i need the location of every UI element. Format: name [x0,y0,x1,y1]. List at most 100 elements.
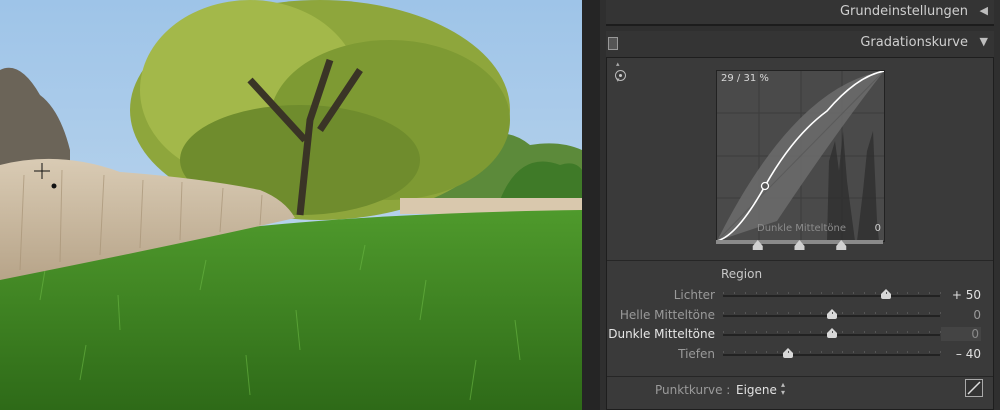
slider-tick [744,351,746,353]
slider-tick [798,331,800,333]
slider-tick [809,351,811,353]
slider-tick [896,351,898,353]
slider-tick [885,312,887,314]
slider-tick [842,351,844,353]
slider-tick [723,292,724,294]
slider-track[interactable] [723,289,941,299]
slider-tick [896,312,898,314]
slider-tick [864,331,866,333]
slider-tick [788,331,790,333]
slider-tick [723,331,724,333]
slider-track[interactable] [723,348,941,358]
basic-section-title: Grundeinstellungen [839,4,968,19]
point-curve-select[interactable]: Eigene [736,383,777,397]
slider-tick [820,292,822,294]
slider-tick [896,292,898,294]
slider-tick [733,312,735,314]
curve-plot [716,70,885,242]
tone-curve-content: ▴ ▾ 29 / 31 % Dunkle Mitteltöne 0 Region… [606,57,994,410]
curve-edit-glyph [967,381,981,395]
point-curve-label: Punktkurve : [655,383,731,397]
slider-tick [798,292,800,294]
slider-tick [885,331,887,333]
slider-tick [755,292,757,294]
curve-readout: 29 / 31 % [721,73,769,84]
slider-track[interactable] [723,309,941,319]
slider-tick [907,331,909,333]
slider-tick [733,331,735,333]
slider-tick [788,292,790,294]
slider-track[interactable] [723,328,941,338]
separator [607,376,993,377]
landscape-photo [0,0,582,410]
slider-tick [744,312,746,314]
slider-tick [766,292,768,294]
slider-tick [853,331,855,333]
slider-tick [723,351,724,353]
triangle-down-icon[interactable]: ▼ [980,35,988,48]
slider-tick [874,351,876,353]
slider-tick [907,351,909,353]
slider-tick [864,351,866,353]
region-split-track [716,240,883,250]
slider-tick [744,331,746,333]
slider-lichter[interactable]: Lichter + 50 [607,287,993,305]
slider-value[interactable]: 0 [941,327,981,341]
slider-tick [918,351,920,353]
slider-helle-mitteltoene[interactable]: Helle Mitteltöne 0 [607,307,993,325]
curve-edit-icon[interactable] [965,379,983,397]
slider-tick [831,312,833,314]
curve-point[interactable] [760,181,770,191]
slider-tick [918,331,920,333]
tone-curve-graph[interactable]: 29 / 31 % Dunkle Mitteltöne 0 [716,70,885,242]
slider-tick [755,312,757,314]
slider-tick [820,351,822,353]
region-split-handle[interactable] [752,240,763,250]
slider-tick [723,312,724,314]
slider-value[interactable]: 0 [941,308,981,322]
slider-tick [918,312,920,314]
corner-value: 0 [874,223,881,234]
triangle-left-icon[interactable]: ◀ [980,4,988,17]
slider-tick [831,331,833,333]
slider-tick [896,331,898,333]
slider-tick [885,292,887,294]
slider-tick [798,351,800,353]
slider-tick [766,331,768,333]
region-split-handle[interactable] [794,240,805,250]
photo-preview[interactable] [0,0,582,410]
slider-tick [874,292,876,294]
tone-curve-section-title: Gradationskurve [860,35,968,50]
slider-value[interactable]: – 40 [941,347,981,361]
slider-tick [929,312,931,314]
target-icon[interactable] [615,70,626,81]
slider-dunkle-mitteltoene[interactable]: Dunkle Mitteltöne 0 [607,326,993,344]
slider-tick [842,292,844,294]
select-arrows-icon[interactable]: ▴ ▾ [781,381,785,397]
panel-toggle-switch[interactable] [608,37,618,50]
slider-tick [809,292,811,294]
slider-tick [733,292,735,294]
tone-curve-section-header[interactable]: Gradationskurve ▼ [606,31,994,57]
slider-tick [755,331,757,333]
slider-tick [777,331,779,333]
slider-tiefen[interactable]: Tiefen – 40 [607,346,993,364]
slider-tick [809,331,811,333]
slider-tick [820,331,822,333]
slider-tick [929,331,931,333]
slider-label: Lichter [673,288,715,302]
slider-tick [755,351,757,353]
panel-divider[interactable] [582,0,600,410]
slider-tick [788,312,790,314]
slider-value[interactable]: + 50 [941,288,981,302]
basic-section-header[interactable]: Grundeinstellungen ◀ [606,0,994,26]
separator [607,260,993,261]
slider-tick [864,312,866,314]
slider-tick [929,292,931,294]
slider-tick [766,351,768,353]
slider-tick [874,331,876,333]
region-split-handle[interactable] [836,240,847,250]
slider-tick [853,312,855,314]
slider-label: Dunkle Mitteltöne [608,327,715,341]
region-label: Region [721,267,763,281]
